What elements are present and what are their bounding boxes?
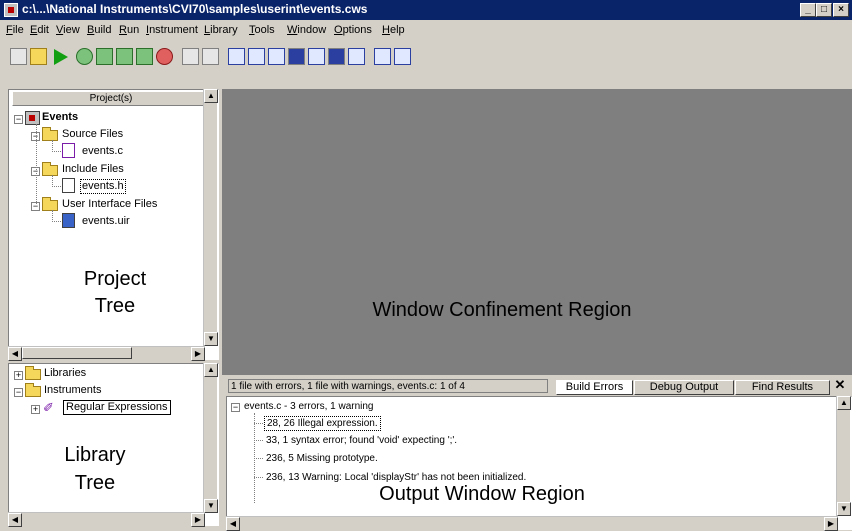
step-into-icon[interactable] (96, 48, 113, 65)
uir-window-icon[interactable] (308, 48, 325, 65)
output-status: 1 file with errors, 1 file with warnings… (228, 379, 548, 393)
project-window-icon[interactable] (268, 48, 285, 65)
uir-file-icon (62, 213, 75, 228)
project-header[interactable]: Project(s) (12, 91, 210, 106)
region-label-output: Output Window Region (379, 483, 585, 505)
close-button[interactable]: × (833, 3, 849, 17)
scroll-right-icon[interactable]: ▶ (191, 347, 205, 361)
app-icon[interactable] (4, 3, 18, 17)
menu-library[interactable]: Library (204, 24, 238, 36)
window-confinement-region[interactable]: Window Confinement Region (222, 89, 852, 375)
c-file-icon (62, 143, 75, 158)
step-over-icon[interactable] (116, 48, 133, 65)
tree-libraries[interactable]: Libraries (44, 366, 86, 380)
project-vscroll[interactable]: ▲ ▼ (203, 89, 218, 346)
region-label-confinement: Window Confinement Region (372, 299, 632, 321)
region-label-tree: Tree (94, 295, 136, 317)
project-hscroll[interactable]: ◀ ▶ (8, 346, 205, 361)
region-label-tree: Tree (74, 472, 116, 494)
scroll-down-icon[interactable]: ▼ (204, 332, 218, 346)
collapse-icon[interactable]: − (14, 115, 23, 124)
toolbar (0, 40, 852, 88)
output-root[interactable]: events.c - 3 errors, 1 warning (244, 400, 374, 413)
tree-folder-uir[interactable]: User Interface Files (62, 197, 157, 211)
output-line[interactable]: 236, 5 Missing prototype. (266, 452, 378, 465)
step-out-icon[interactable] (136, 48, 153, 65)
menu-build[interactable]: Build (87, 24, 111, 36)
instrument-driver-icon: ✐ (43, 400, 54, 415)
menu-bar: File Edit View Build Run Instrument Libr… (0, 22, 852, 40)
tree-folder-include[interactable]: Include Files (62, 162, 124, 176)
menu-tools[interactable]: Tools (249, 24, 275, 36)
scroll-up-icon[interactable]: ▲ (837, 396, 851, 410)
new-file-icon[interactable] (10, 48, 27, 65)
tree-instruments[interactable]: Instruments (44, 383, 101, 397)
breakpoint-list-icon[interactable] (202, 48, 219, 65)
project-icon (25, 111, 40, 125)
scroll-up-icon[interactable]: ▲ (204, 363, 218, 377)
menu-options[interactable]: Options (334, 24, 372, 36)
close-output-icon[interactable]: ✕ (833, 378, 847, 393)
menu-file[interactable]: File (6, 24, 24, 36)
scroll-left-icon[interactable]: ◀ (226, 517, 240, 531)
title-bar[interactable]: c:\...\National Instruments\CVI70\sample… (0, 0, 852, 20)
output-vscroll[interactable]: ▲ ▼ (836, 396, 851, 516)
library-vscroll[interactable]: ▲ ▼ (203, 363, 218, 513)
scroll-right-icon[interactable]: ▶ (824, 517, 838, 531)
scroll-up-icon[interactable]: ▲ (204, 89, 218, 103)
library-hscroll[interactable]: ◀ ▶ (8, 512, 205, 527)
find-icon[interactable] (374, 48, 391, 65)
h-file-icon (62, 178, 75, 193)
scroll-left-icon[interactable]: ◀ (8, 347, 22, 361)
function-panel-icon[interactable] (348, 48, 365, 65)
tree-root-events[interactable]: Events (42, 110, 78, 124)
scroll-down-icon[interactable]: ▼ (837, 502, 851, 516)
output-hscroll[interactable]: ◀ ▶ (226, 516, 838, 531)
menu-window[interactable]: Window (287, 24, 326, 36)
menu-instrument[interactable]: Instrument (146, 24, 198, 36)
tab-find-results[interactable]: Find Results (735, 380, 830, 395)
folder-icon (42, 197, 58, 211)
folder-icon (42, 162, 58, 176)
folder-icon (42, 127, 58, 141)
folder-icon (25, 383, 41, 397)
tree-folder-source[interactable]: Source Files (62, 127, 123, 141)
tree-file-events-uir[interactable]: events.uir (82, 214, 130, 228)
stop-icon[interactable] (156, 48, 173, 65)
scroll-left-icon[interactable]: ◀ (8, 513, 22, 527)
minimize-button[interactable]: _ (800, 3, 816, 17)
output-line[interactable]: 33, 1 syntax error; found 'void' expecti… (266, 434, 457, 447)
region-label-project: Project (83, 268, 147, 290)
collapse-icon[interactable]: − (14, 388, 23, 397)
find-next-icon[interactable] (394, 48, 411, 65)
tab-debug-output[interactable]: Debug Output (634, 380, 734, 395)
expand-icon[interactable]: + (14, 371, 23, 380)
folder-icon (25, 366, 41, 380)
collapse-icon[interactable]: − (231, 403, 240, 412)
cascade-icon[interactable] (248, 48, 265, 65)
output-line[interactable]: 28, 26 Illegal expression. (264, 416, 381, 431)
include-window-icon[interactable] (328, 48, 345, 65)
menu-help[interactable]: Help (382, 24, 405, 36)
menu-edit[interactable]: Edit (30, 24, 49, 36)
run-icon[interactable] (52, 48, 69, 65)
scroll-down-icon[interactable]: ▼ (204, 499, 218, 513)
hscroll-thumb[interactable] (22, 347, 132, 359)
maximize-button[interactable]: □ (816, 3, 832, 17)
expand-icon[interactable]: + (31, 405, 40, 414)
tree-file-events-c[interactable]: events.c (82, 144, 123, 158)
tab-build-errors[interactable]: Build Errors (556, 380, 633, 395)
go-icon[interactable] (76, 48, 93, 65)
scroll-right-icon[interactable]: ▶ (191, 513, 205, 527)
open-folder-icon[interactable] (30, 48, 47, 65)
tree-regular-expressions[interactable]: Regular Expressions (63, 400, 171, 415)
menu-view[interactable]: View (56, 24, 80, 36)
menu-run[interactable]: Run (119, 24, 139, 36)
toggle-breakpoint-icon[interactable] (182, 48, 199, 65)
window-title: c:\...\National Instruments\CVI70\sample… (22, 2, 368, 16)
source-window-icon[interactable] (288, 48, 305, 65)
region-label-library: Library (64, 444, 126, 466)
tree-file-events-h[interactable]: events.h (80, 179, 126, 194)
window-tile-icon[interactable] (228, 48, 245, 65)
